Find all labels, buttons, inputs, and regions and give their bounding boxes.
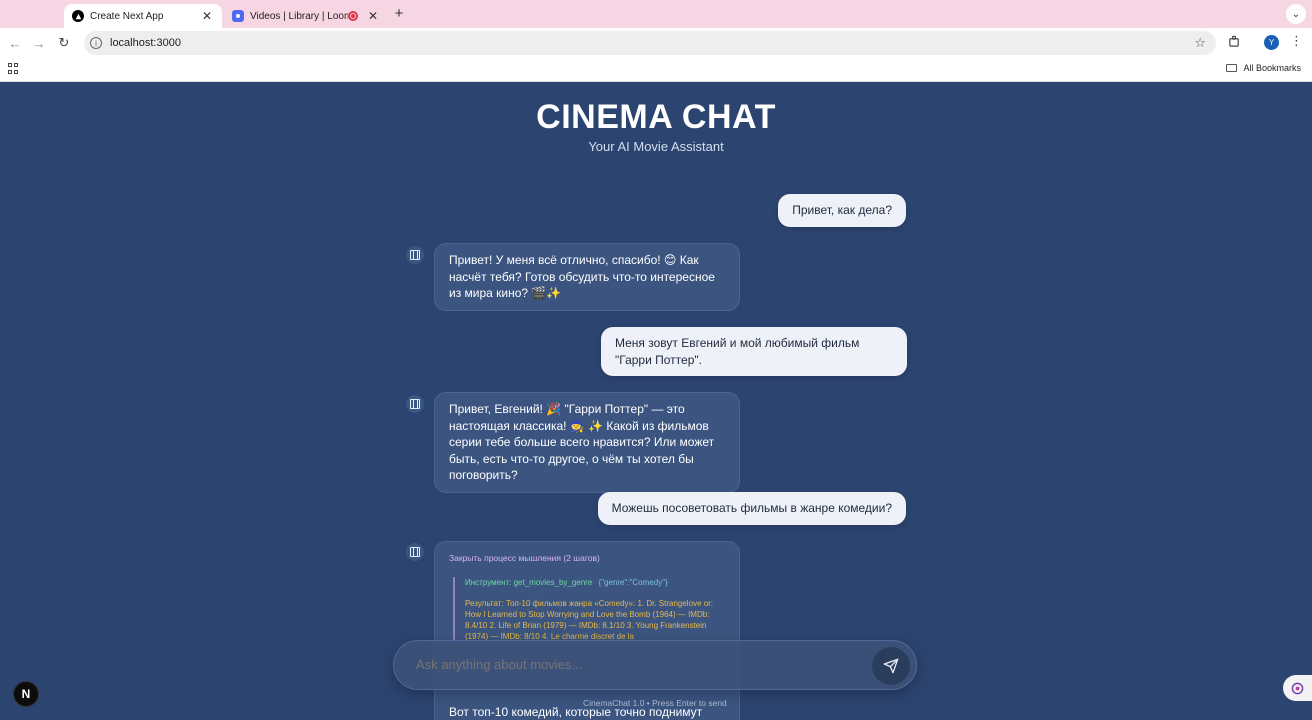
- extensions-puzzle-icon[interactable]: [1228, 35, 1241, 51]
- tool-call-args: {"genre":"Comedy"}: [598, 577, 668, 587]
- folder-icon: [1226, 64, 1238, 72]
- new-tab-button[interactable]: +: [391, 5, 407, 22]
- tab-title: Create Next App: [90, 10, 164, 22]
- all-bookmarks-button[interactable]: All Bookmarks: [1226, 63, 1301, 73]
- back-arrow-icon[interactable]: ←: [6, 34, 24, 52]
- tab-create-next-app[interactable]: Create Next App ✕: [64, 4, 222, 28]
- tab-strip: Create Next App ✕ Videos | Library | Loo…: [0, 0, 1312, 28]
- bookmarks-bar: All Bookmarks: [0, 58, 1312, 82]
- chat-input[interactable]: [416, 657, 856, 672]
- loom-icon: [232, 10, 244, 22]
- page-subtitle: Your AI Movie Assistant: [588, 139, 724, 154]
- address-bar[interactable]: i localhost:3000 ☆: [84, 31, 1216, 55]
- extension-widget-icon[interactable]: [1283, 675, 1312, 701]
- assistant-message: Привет, Евгений! 🎉 "Гарри Поттер" — это …: [434, 392, 740, 493]
- browser-toolbar: ← → ↻ i localhost:3000 ☆ Y ⋮: [0, 28, 1312, 58]
- user-message: Привет, как дела?: [778, 194, 906, 227]
- bookmark-star-icon[interactable]: ☆: [1194, 35, 1206, 51]
- nextjs-dev-badge[interactable]: N: [13, 681, 39, 707]
- nextjs-icon: [72, 10, 84, 22]
- apps-grid-icon[interactable]: [8, 63, 19, 74]
- profile-avatar[interactable]: Y: [1264, 35, 1279, 50]
- send-icon: [883, 658, 899, 674]
- film-icon: [406, 543, 424, 561]
- more-menu-icon[interactable]: ⋮: [1290, 33, 1303, 49]
- forward-arrow-icon[interactable]: →: [30, 34, 48, 52]
- tab-title: Videos | Library | Loom: [250, 10, 348, 22]
- user-message: Меня зовут Евгений и мой любимый фильм "…: [601, 327, 907, 376]
- assistant-message: Привет! У меня всё отлично, спасибо! 😊 К…: [434, 243, 740, 311]
- tool-result: Результат: Топ-10 фильмов жанра «Comedy»…: [465, 598, 714, 641]
- close-tab-icon[interactable]: ✕: [200, 9, 214, 23]
- recording-icon: [348, 11, 358, 21]
- thinking-steps: Инструмент: get_movies_by_genre {"genre"…: [453, 576, 725, 642]
- page-title: CINEMA CHAT: [536, 98, 776, 136]
- film-icon: [406, 395, 424, 413]
- send-button[interactable]: [872, 647, 910, 685]
- site-info-icon[interactable]: i: [90, 37, 102, 49]
- thinking-toggle[interactable]: Закрыть процесс мышления (2 шагов): [449, 550, 725, 567]
- film-icon: [406, 246, 424, 264]
- chat-page: CINEMA CHAT Your AI Movie Assistant Прив…: [0, 82, 1312, 720]
- tool-call-label: Инструмент: get_movies_by_genre: [465, 577, 593, 587]
- user-message: Можешь посоветовать фильмы в жанре комед…: [597, 492, 906, 525]
- reload-icon[interactable]: ↻: [55, 34, 73, 52]
- url-text: localhost:3000: [110, 37, 181, 49]
- all-bookmarks-label: All Bookmarks: [1243, 63, 1301, 73]
- assistant-thinking-message: Закрыть процесс мышления (2 шагов) Инстр…: [434, 541, 740, 720]
- composer-footer-note: CinemaChat 1.0 • Press Enter to send: [583, 698, 727, 708]
- chat-composer: [393, 640, 917, 690]
- tab-search-chevron-icon[interactable]: ⌄: [1286, 4, 1306, 24]
- tab-loom-library[interactable]: Videos | Library | Loom ✕: [226, 4, 386, 28]
- close-tab-icon[interactable]: ✕: [366, 9, 380, 23]
